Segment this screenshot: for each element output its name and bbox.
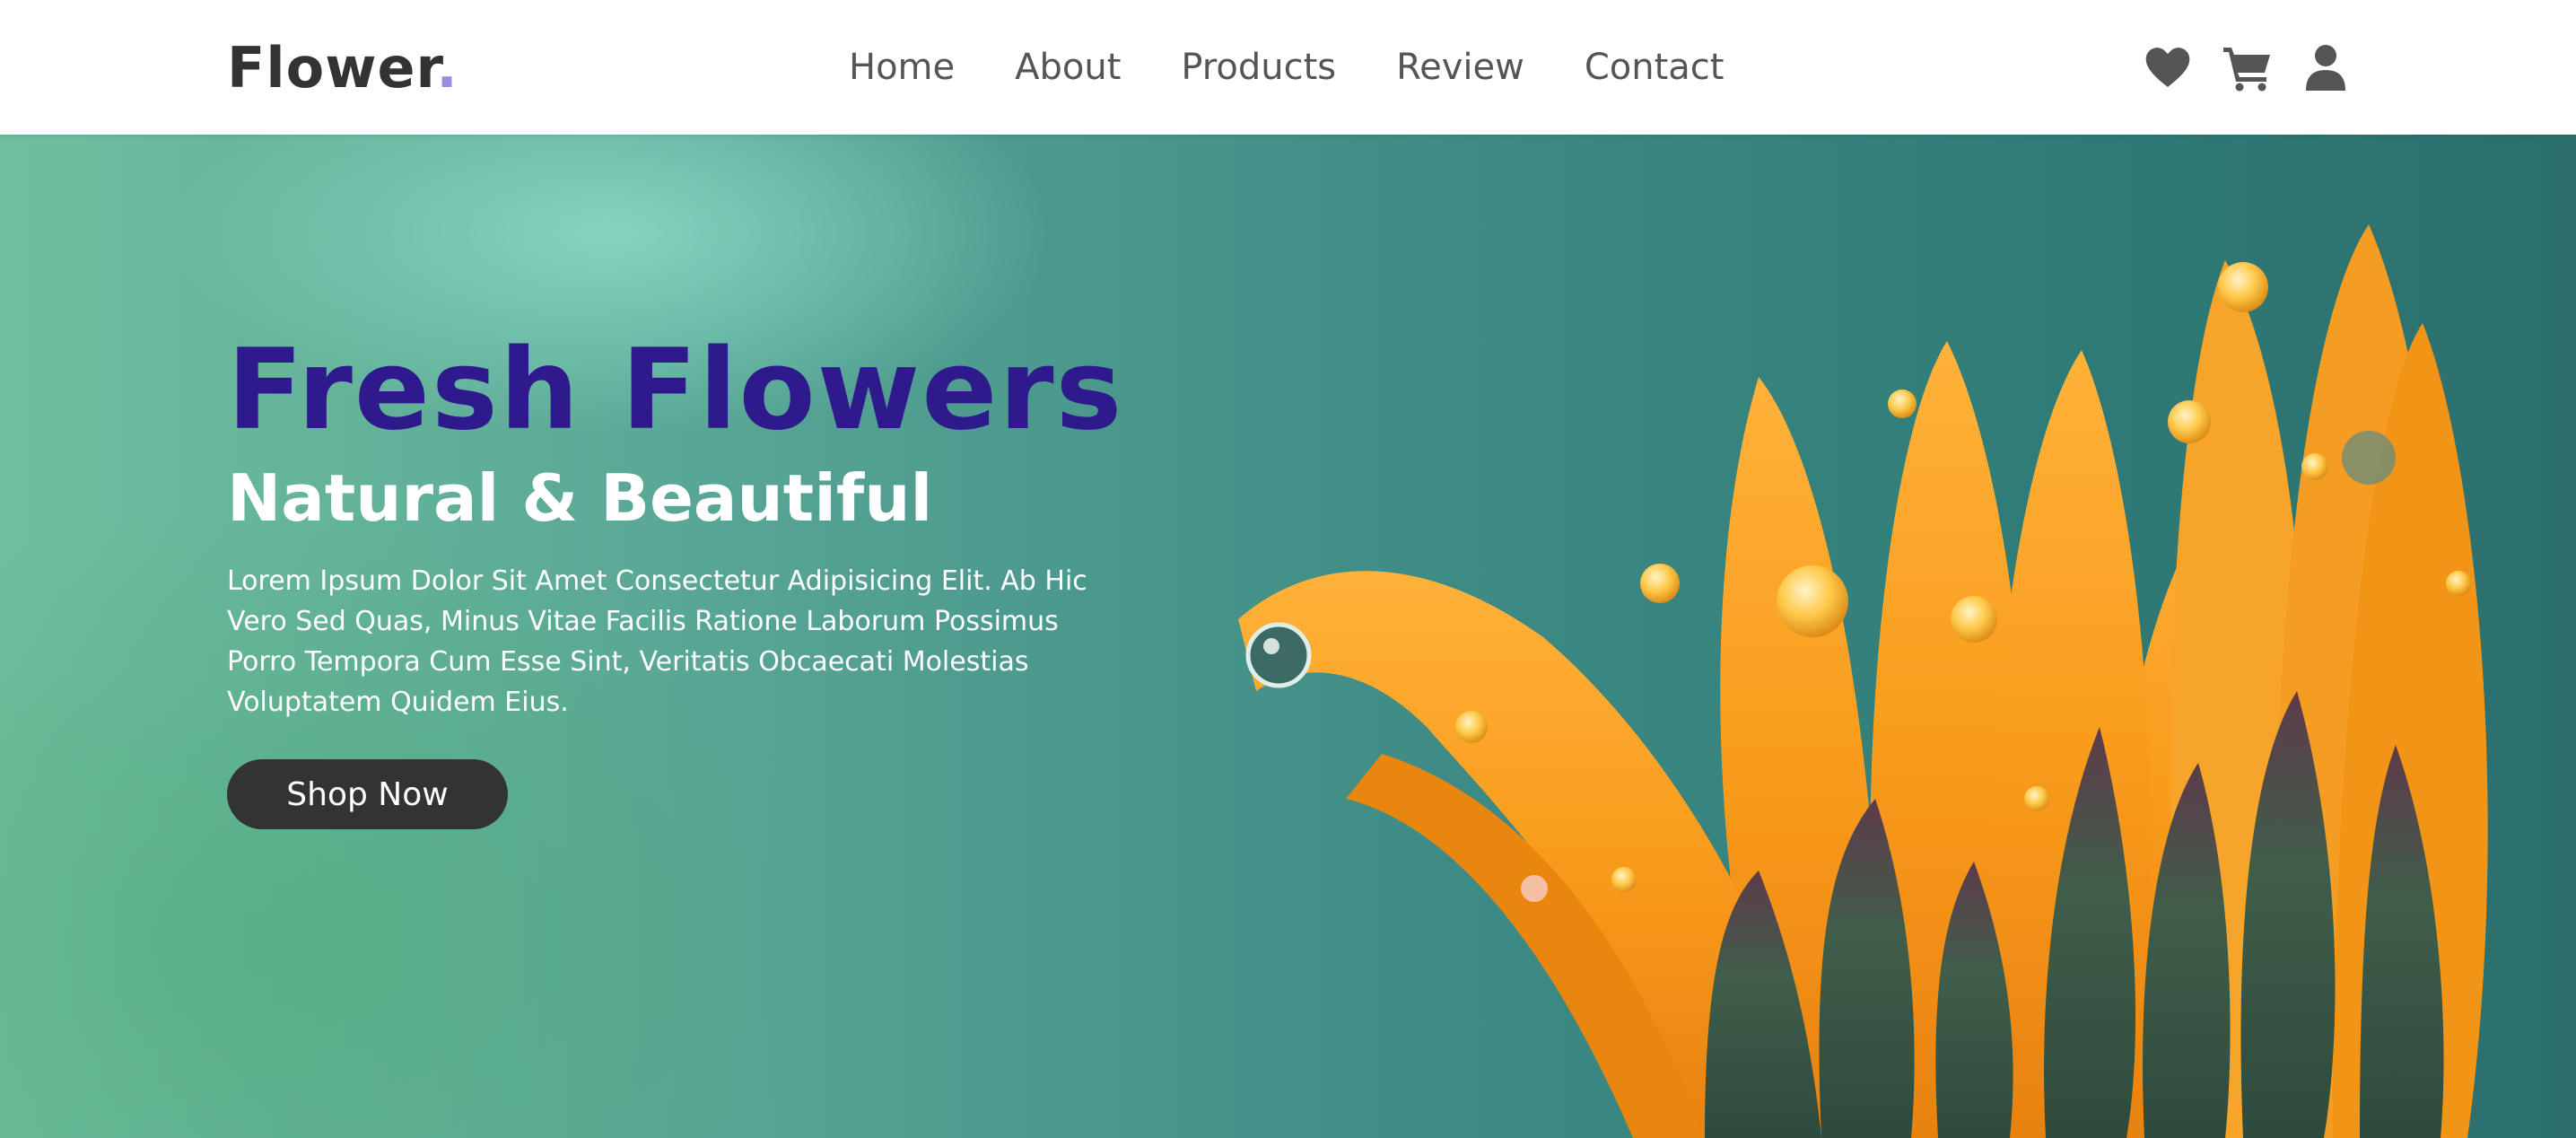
hero-banner: Fresh Flowers Natural & Beautiful Lorem … [0,135,2576,1138]
nav-products[interactable]: Products [1181,47,1336,88]
logo-text: Flower [227,35,437,101]
main-nav: Home About Products Review Contact [849,0,1784,135]
hero-subtitle: Natural & Beautiful [227,460,933,536]
nav-about[interactable]: About [1015,47,1121,88]
nav-review[interactable]: Review [1396,47,1524,88]
hero-title: Fresh Flowers [227,326,1124,455]
logo[interactable]: Flower. [227,36,458,101]
nav-home[interactable]: Home [849,47,955,88]
nav-contact[interactable]: Contact [1585,47,1725,88]
cart-icon[interactable] [2222,42,2272,92]
heart-icon[interactable] [2143,42,2193,92]
user-icon[interactable] [2301,42,2351,92]
orange-flower-image [1238,224,2488,1138]
shop-now-button[interactable]: Shop Now [227,759,508,829]
header-icons [2143,40,2351,94]
logo-dot: . [436,35,458,101]
site-header: Flower. Home About Products Review Conta… [0,0,2576,135]
hero-description: Lorem Ipsum Dolor Sit Amet Consectetur A… [227,565,1087,718]
